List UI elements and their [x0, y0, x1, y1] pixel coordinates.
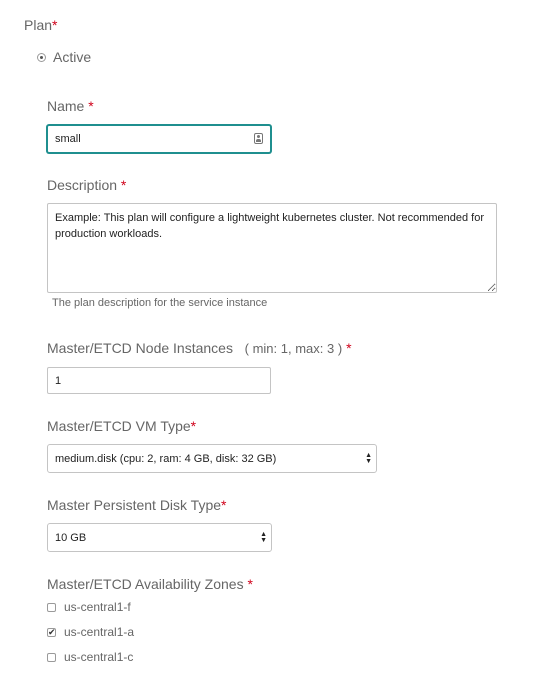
description-help-text: The plan description for the service ins…: [52, 297, 268, 309]
contact-card-icon[interactable]: [254, 133, 263, 144]
node-instances-input[interactable]: [47, 367, 271, 394]
plan-label: Plan*: [24, 17, 57, 33]
zone-checkbox-us-central1-a[interactable]: ✔: [47, 628, 56, 637]
disk-type-select[interactable]: 10 GB ▲ ▼: [47, 523, 272, 552]
vm-type-label-text: Master/ETCD VM Type: [47, 418, 191, 434]
required-mark: *: [52, 17, 58, 33]
zone-label: us-central1-f: [64, 600, 131, 614]
name-input[interactable]: [47, 125, 271, 153]
zone-checkbox-us-central1-f[interactable]: [47, 603, 56, 612]
required-mark: *: [221, 497, 227, 513]
zone-label: us-central1-a: [64, 625, 135, 639]
node-instances-label-text: Master/ETCD Node Instances: [47, 340, 233, 356]
zone-label: us-central1-c: [64, 650, 134, 664]
plan-active-radio[interactable]: [37, 53, 46, 62]
plan-active-label: Active: [53, 49, 92, 65]
required-mark: *: [346, 340, 352, 356]
required-mark: *: [88, 98, 94, 114]
vm-type-label: Master/ETCD VM Type*: [47, 418, 196, 434]
node-instances-range: ( min: 1, max: 3 ): [244, 341, 343, 356]
select-arrows-icon: ▲ ▼: [260, 530, 267, 544]
description-textarea[interactable]: Example: This plan will configure a ligh…: [47, 203, 497, 293]
node-instances-label: Master/ETCD Node Instances ( min: 1, max…: [47, 340, 352, 356]
plan-label-text: Plan: [24, 17, 53, 33]
name-label-text: Name: [47, 98, 85, 114]
disk-type-label-text: Master Persistent Disk Type: [47, 497, 222, 513]
radio-dot-icon: [40, 56, 43, 59]
disk-type-selected-value: 10 GB: [55, 531, 87, 544]
availability-zones-label-text: Master/ETCD Availability Zones: [47, 576, 244, 592]
description-label-text: Description: [47, 177, 118, 193]
required-mark: *: [190, 418, 197, 434]
select-arrows-icon: ▲ ▼: [365, 451, 372, 465]
name-label: Name *: [47, 98, 94, 114]
description-label: Description *: [47, 177, 126, 193]
required-mark: *: [120, 177, 127, 193]
disk-type-label: Master Persistent Disk Type*: [47, 497, 226, 513]
availability-zones-label: Master/ETCD Availability Zones *: [47, 576, 253, 592]
required-mark: *: [247, 576, 253, 592]
vm-type-select[interactable]: medium.disk (cpu: 2, ram: 4 GB, disk: 32…: [47, 444, 377, 473]
zone-checkbox-us-central1-c[interactable]: [47, 653, 56, 662]
vm-type-selected-value: medium.disk (cpu: 2, ram: 4 GB, disk: 32…: [55, 452, 277, 465]
